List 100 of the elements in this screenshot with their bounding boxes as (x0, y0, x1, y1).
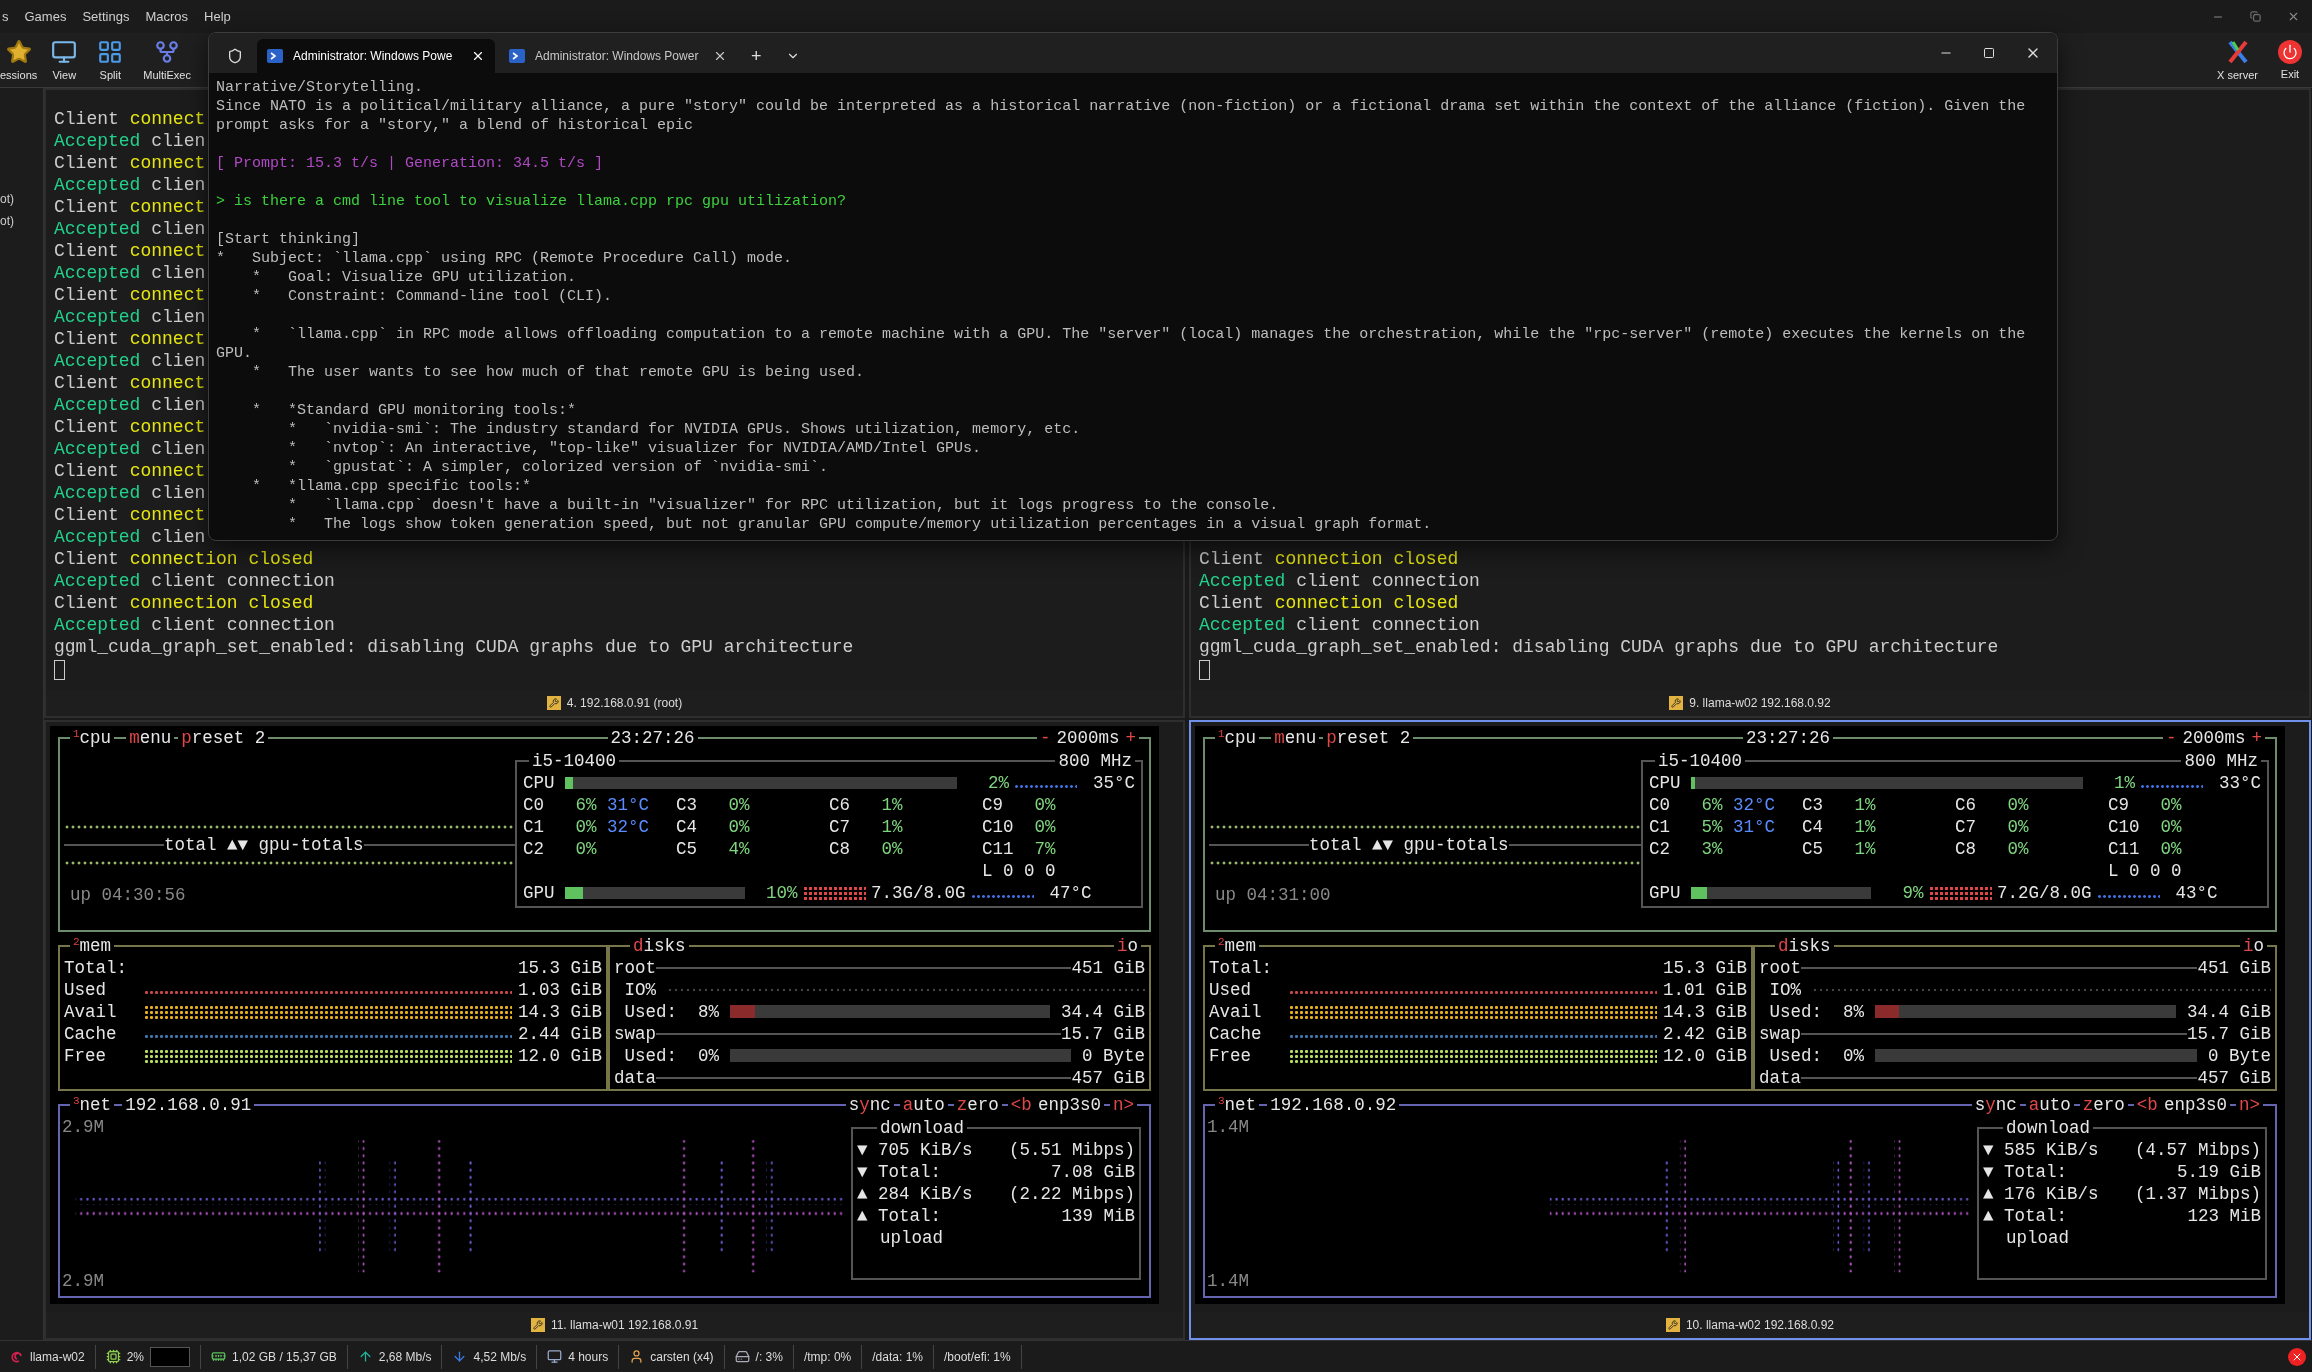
net-stat-label: Total: (2004, 1160, 2067, 1183)
core-name: C1 (523, 816, 545, 838)
terminal-line: Client connection closed (1199, 548, 1459, 570)
new-tab-button[interactable]: + (741, 39, 772, 73)
toolbar-button[interactable]: MultiExec (133, 33, 201, 87)
terminal-line: Accepted client connection (1199, 570, 1480, 592)
terminal-tab[interactable]: Administrator: Windows Power (499, 39, 737, 73)
arrow-glyph: ▼ (857, 1138, 869, 1161)
io-label: IO% (623, 978, 657, 1001)
output-line: * Subject: `llama.cpp` using RPC (Remote Procedure Call) mode. (216, 249, 794, 268)
menu-item[interactable]: Settings (80, 9, 132, 24)
memory-label: Cache (1209, 1022, 1263, 1045)
menu-item[interactable]: s (0, 9, 11, 24)
core-name: C5 (1802, 838, 1824, 860)
maximize-button[interactable] (1981, 45, 1997, 61)
grid-icon (97, 39, 124, 65)
core-percent: 1% (880, 794, 903, 816)
gpu-memory-meter (802, 886, 866, 900)
core-percent: 4% (727, 838, 750, 860)
memory-value: 14.3 GiB (1663, 1000, 1747, 1023)
gpu-memory: 7.3G/8.0G (871, 882, 966, 904)
memory-label: Cache (64, 1022, 118, 1045)
cpu-percent: 1% (2113, 772, 2135, 794)
disk-name: data (1759, 1066, 1801, 1089)
toolbar-button[interactable]: Split (87, 33, 134, 87)
sidebar-item[interactable]: ot) (0, 192, 43, 206)
gpu-percent: 10% (765, 882, 798, 904)
menu-item[interactable]: Help (202, 9, 233, 24)
power-icon (2278, 40, 2302, 64)
toolbar-button[interactable]: essions (0, 33, 42, 87)
close-icon[interactable] (713, 49, 727, 63)
core-name: C0 (523, 794, 545, 816)
terminal-icon (267, 48, 283, 64)
net-stat-label: 585 KiB/s (2004, 1138, 2099, 1161)
terminal-line: Accepted clien (54, 394, 206, 416)
cpu-graph-box (150, 1346, 191, 1367)
status-text: /: 3% (755, 1349, 783, 1364)
cpu-label: CPU (1649, 772, 1682, 794)
memory-value: 15.3 GiB (518, 956, 602, 979)
monitor-icon (51, 39, 78, 65)
core-percent: 0% (1033, 794, 1056, 816)
toolbar-button[interactable]: Exit (2268, 33, 2312, 87)
pane-title: 4. 192.168.0.91 (root) (566, 696, 683, 710)
disk-percent: 8% (697, 1000, 719, 1023)
disk-size: 15.7 GiB (2187, 1022, 2271, 1045)
arrow-glyph: ▲ (1983, 1204, 1995, 1227)
toolbar-button[interactable]: X server (2207, 33, 2268, 87)
arrow-glyph: ▼ (857, 1160, 869, 1183)
memory-value: 1.01 GiB (1663, 978, 1747, 1001)
graph-scale: 2.9M (62, 1115, 104, 1138)
arrow-glyph: ▼ (1983, 1138, 1995, 1161)
core-percent: 0% (2159, 794, 2182, 816)
terminal-line: Accepted clien (54, 262, 206, 284)
disk-size: 451 GiB (1071, 956, 1145, 979)
output-line: GPU. (216, 344, 253, 363)
gpu-temperature: 43°C (2174, 882, 2218, 904)
terminal-line: Accepted clien (54, 174, 206, 196)
memory-value: 2.42 GiB (1663, 1022, 1747, 1045)
wrench-icon (1669, 696, 1684, 710)
cpu-temperature: 33°C (2218, 772, 2261, 794)
menu-item[interactable]: Games (22, 9, 69, 24)
status-text: /boot/efi: 1% (944, 1349, 1011, 1364)
disk-percent: 8% (1842, 1000, 1864, 1023)
disk-used: 0 Byte (2208, 1044, 2271, 1067)
temperature-graph (2096, 894, 2160, 900)
restore-icon (2250, 11, 2261, 22)
net-stat-label: Total: (878, 1204, 941, 1227)
toolbar-button[interactable]: View (41, 33, 88, 87)
output-line: * Constraint: Command-line tool (CLI). (251, 287, 614, 306)
restore-button[interactable] (2248, 9, 2263, 24)
core-name: C0 (1649, 794, 1671, 816)
disk-name: root (1759, 956, 1801, 979)
terminal-pane[interactable] (1189, 720, 2311, 1340)
chip-icon (105, 1349, 121, 1364)
status-text: 2,68 Mb/s (378, 1349, 432, 1364)
output-line: Since NATO is a political/military alliance, a pure "story" could be interpreted as a historical narrative (non-fiction) or a fictional drama set within the context of the alliance (fiction). Given the (216, 97, 2027, 116)
disk-name: swap (614, 1022, 656, 1045)
core-percent: 6% (574, 794, 597, 816)
sidebar-item[interactable]: ot) (0, 214, 43, 228)
status-text: 1,02 GB / 15,37 GB (232, 1349, 337, 1364)
terminal-pane[interactable] (44, 720, 1185, 1340)
menu-item[interactable]: Macros (143, 9, 190, 24)
core-temperature: 31°C (607, 794, 649, 816)
status-text: 4,52 Mb/s (473, 1349, 527, 1364)
status-text: carsten (x4) (650, 1349, 714, 1364)
close-icon[interactable] (471, 49, 485, 63)
terminal-line: Client connection closed (54, 592, 314, 614)
disk-name: root (614, 956, 656, 979)
close-icon[interactable] (2288, 1347, 2306, 1366)
uptime: up 04:31:00 (1214, 884, 1332, 906)
core-name: C4 (1802, 816, 1824, 838)
terminal-line: Accepted client connection (54, 614, 335, 636)
memory-value: 14.3 GiB (518, 1000, 602, 1023)
terminal-tab[interactable]: Administrator: Windows Powe (257, 39, 495, 73)
arrow-glyph: ▲ (857, 1204, 869, 1227)
core-percent: 1% (1853, 794, 1876, 816)
terminal-line: Accepted clien (54, 350, 206, 372)
core-name: C6 (1955, 794, 1977, 816)
output-line: * The user wants to see how much of that remote GPU is being used. (251, 363, 866, 382)
output-line: * *llama.cpp specific tools:* (251, 477, 533, 496)
